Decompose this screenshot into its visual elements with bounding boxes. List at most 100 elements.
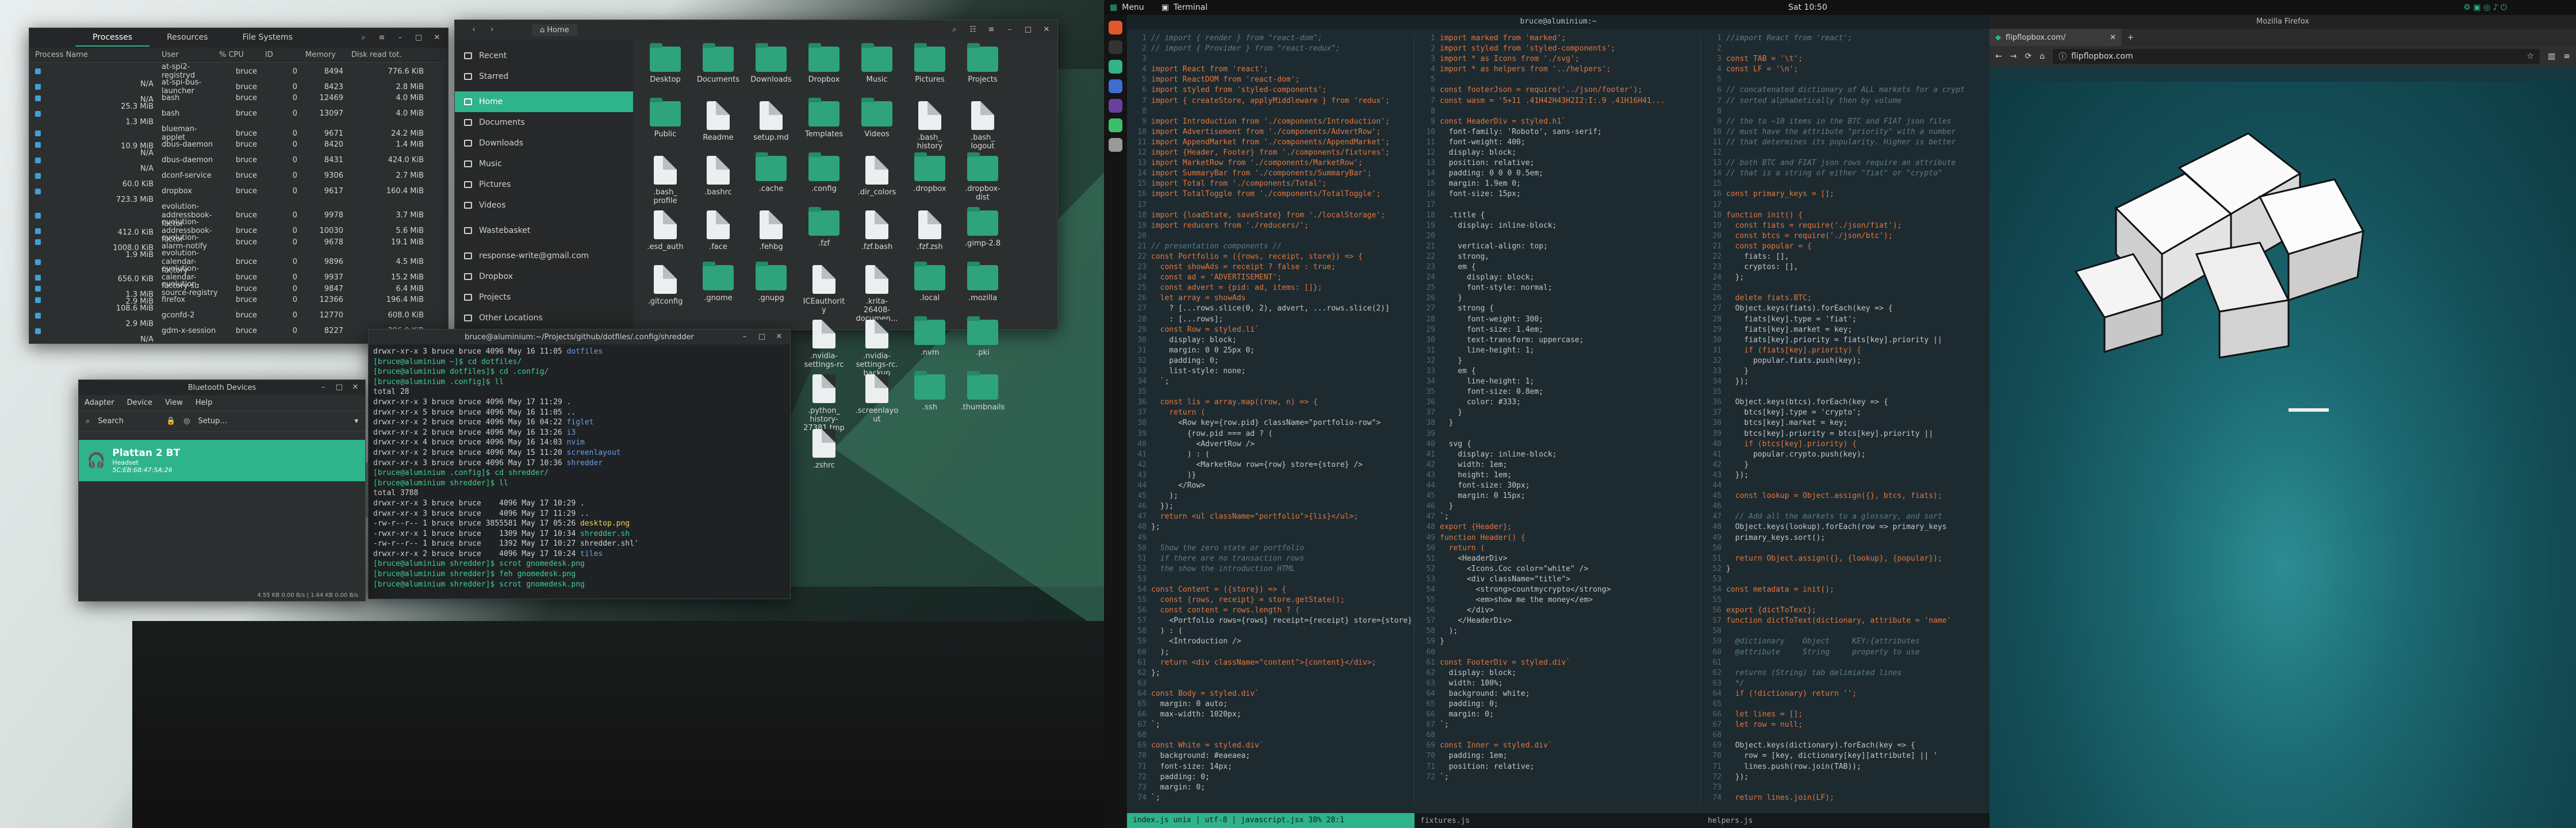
maximize-icon[interactable]: □ bbox=[334, 382, 344, 393]
active-app-label[interactable]: Terminal bbox=[1174, 3, 1208, 12]
file-item[interactable]: .gitconfig bbox=[639, 265, 692, 306]
sidebar-item-downloads[interactable]: Downloads bbox=[455, 133, 633, 154]
maximize-icon[interactable]: □ bbox=[1023, 25, 1033, 35]
file-item[interactable]: Readme bbox=[692, 101, 745, 142]
file-item[interactable]: ICEauthorit y bbox=[798, 265, 850, 315]
sidebar-item-response-write-gmail-com[interactable]: response-write@gmail.com bbox=[455, 246, 633, 266]
close-icon[interactable]: ✕ bbox=[774, 332, 784, 342]
menu-icon[interactable]: ≡ bbox=[986, 25, 996, 35]
file-item[interactable]: .esd_auth bbox=[639, 210, 692, 251]
device-row[interactable]: 🎧 Plattan 2 BT Headset 5C:EB:68:47:5A:26 bbox=[79, 440, 365, 481]
file-item[interactable]: .gimp-2.8 bbox=[956, 207, 1009, 248]
editor-pane-fixtures[interactable]: 1 import marked from 'marked'; 2 import sty… bbox=[1416, 33, 1701, 805]
tab-file-systems[interactable]: File Systems bbox=[225, 29, 310, 47]
menu-icon[interactable]: ≡ bbox=[2563, 52, 2570, 61]
file-item[interactable]: .cache bbox=[745, 152, 798, 193]
home-icon[interactable]: ⌂ bbox=[2040, 52, 2045, 61]
menu-button[interactable]: Menu bbox=[1122, 3, 1144, 12]
file-item[interactable]: .nvidia- settings-rc. backup bbox=[850, 320, 903, 378]
forward-icon[interactable]: › bbox=[487, 25, 497, 35]
file-item[interactable]: .python_ history- 27381.tmp bbox=[798, 374, 850, 432]
file-item[interactable]: .bashrc bbox=[692, 156, 745, 197]
file-item[interactable]: .krita- 26408- documen... bbox=[850, 265, 903, 323]
maximize-icon[interactable]: □ bbox=[757, 332, 767, 342]
file-item[interactable]: .gnupg bbox=[745, 262, 798, 302]
process-row[interactable]: bash bruce 0 13097 4.0 MiB 1.3 MiB bbox=[29, 109, 448, 126]
sidebar-item-wastebasket[interactable]: Wastebasket bbox=[455, 220, 633, 241]
file-item[interactable]: .local bbox=[903, 262, 956, 302]
minimize-icon[interactable]: – bbox=[1005, 25, 1015, 35]
tab-resources[interactable]: Resources bbox=[150, 29, 225, 47]
close-tab-icon[interactable]: ✕ bbox=[2110, 33, 2116, 42]
file-item[interactable]: .dir_colors bbox=[850, 156, 903, 197]
process-row[interactable]: blueman-applet bruce 0 9671 24.2 MiB 10.9 MiB bbox=[29, 125, 448, 151]
column-header[interactable]: Memory bbox=[305, 51, 351, 59]
file-item[interactable]: .bash_ history bbox=[903, 101, 956, 151]
minimize-icon[interactable]: – bbox=[318, 382, 328, 393]
file-item[interactable]: Projects bbox=[956, 43, 1009, 84]
file-item[interactable]: Documents bbox=[692, 43, 745, 84]
flipflopbox-canvas[interactable] bbox=[1989, 82, 2576, 828]
terminal-output[interactable]: drwxr-xr-x 3 bruce bruce 4096 May 16 11:… bbox=[369, 344, 790, 592]
close-icon[interactable]: ✕ bbox=[350, 382, 361, 393]
sidebar-item-dropbox[interactable]: Dropbox bbox=[455, 266, 633, 287]
sidebar-item-recent[interactable]: Recent bbox=[455, 45, 633, 66]
lock-icon[interactable]: 🔒 bbox=[166, 417, 175, 425]
firefox-icon[interactable] bbox=[1109, 21, 1122, 34]
file-item[interactable]: setup.md bbox=[745, 101, 798, 142]
settings-icon[interactable] bbox=[1109, 138, 1122, 152]
chat-icon[interactable] bbox=[1109, 79, 1122, 93]
sidebar-item-home[interactable]: Home bbox=[455, 91, 633, 112]
file-item[interactable]: .bash_ profile bbox=[639, 156, 692, 205]
menu-adapter[interactable]: Adapter bbox=[85, 398, 114, 407]
file-item[interactable]: .gnome bbox=[692, 262, 745, 302]
file-item[interactable]: Pictures bbox=[903, 43, 956, 84]
forward-icon[interactable]: → bbox=[2010, 52, 2017, 61]
file-item[interactable]: Videos bbox=[850, 98, 903, 139]
menu-help[interactable]: Help bbox=[195, 398, 213, 407]
url-bar[interactable]: ⓘ flipflopbox.com ☆ bbox=[2053, 49, 2540, 64]
column-header[interactable]: User bbox=[162, 51, 219, 59]
close-icon[interactable]: ✕ bbox=[1041, 25, 1052, 35]
file-item[interactable]: Downloads bbox=[745, 43, 798, 84]
column-header[interactable]: Disk read tot. bbox=[351, 51, 432, 59]
process-row[interactable]: dconf-service bruce 0 9306 2.7 MiB 60.0 KiB bbox=[29, 171, 448, 189]
search-button-label[interactable]: Search bbox=[98, 417, 124, 425]
file-item[interactable]: .fzf.bash bbox=[850, 210, 903, 251]
back-icon[interactable]: ‹ bbox=[469, 25, 479, 35]
file-item[interactable]: .nvm bbox=[903, 316, 956, 357]
reload-icon[interactable]: ⟳ bbox=[2025, 52, 2031, 61]
process-row[interactable]: at-spi2-registryd bruce 0 8494 776.6 KiB N/A bbox=[29, 63, 448, 89]
new-tab-icon[interactable]: + bbox=[2128, 33, 2134, 42]
browser-tab[interactable]: ◆ flipflopbox.com/ ✕ bbox=[1989, 29, 2122, 46]
menu-view[interactable]: View bbox=[165, 398, 183, 407]
file-item[interactable]: Public bbox=[639, 98, 692, 139]
file-item[interactable]: .fzf.zsh bbox=[903, 210, 956, 251]
menu-icon[interactable]: ≡ bbox=[377, 33, 387, 43]
column-header[interactable]: ID bbox=[265, 51, 305, 59]
file-item[interactable]: Desktop bbox=[639, 43, 692, 84]
files-icon[interactable] bbox=[1109, 60, 1122, 74]
file-item[interactable]: .mozilla bbox=[956, 262, 1009, 302]
search-icon[interactable]: ⌕ bbox=[86, 417, 90, 425]
file-item[interactable]: .config bbox=[798, 152, 850, 193]
file-item[interactable]: .face bbox=[692, 210, 745, 251]
sidebar-item-music[interactable]: Music bbox=[455, 154, 633, 174]
spotify-icon[interactable] bbox=[1109, 118, 1122, 132]
minimize-icon[interactable]: – bbox=[739, 332, 750, 342]
clock[interactable]: Sat 10:50 bbox=[1788, 3, 1827, 12]
chevron-down-icon[interactable]: ▾ bbox=[354, 417, 358, 425]
setup-button[interactable]: Setup... bbox=[198, 417, 227, 425]
file-item[interactable]: .screenlayo ut bbox=[850, 374, 903, 424]
file-item[interactable]: Dropbox bbox=[798, 43, 850, 84]
editor-pane-index[interactable]: 1// import { render } from "react-dom"; 2… bbox=[1127, 33, 1414, 805]
file-item[interactable]: .bash_ logout bbox=[956, 101, 1009, 151]
file-item[interactable]: .zshrc bbox=[798, 429, 850, 470]
column-header[interactable]: % CPU bbox=[219, 51, 265, 59]
process-row[interactable]: evolution-addressbook-factor bruce 0 9978 3.… bbox=[29, 202, 448, 237]
disconnect-icon[interactable]: ◎ bbox=[183, 417, 190, 425]
file-item[interactable]: .thumbnails bbox=[956, 371, 1009, 412]
process-row[interactable]: gconfd-2 bruce 0 12770 608.0 KiB 2.9 MiB bbox=[29, 311, 448, 328]
search-icon[interactable]: ⌕ bbox=[358, 33, 369, 43]
sidebar-item-starred[interactable]: Starred bbox=[455, 66, 633, 87]
